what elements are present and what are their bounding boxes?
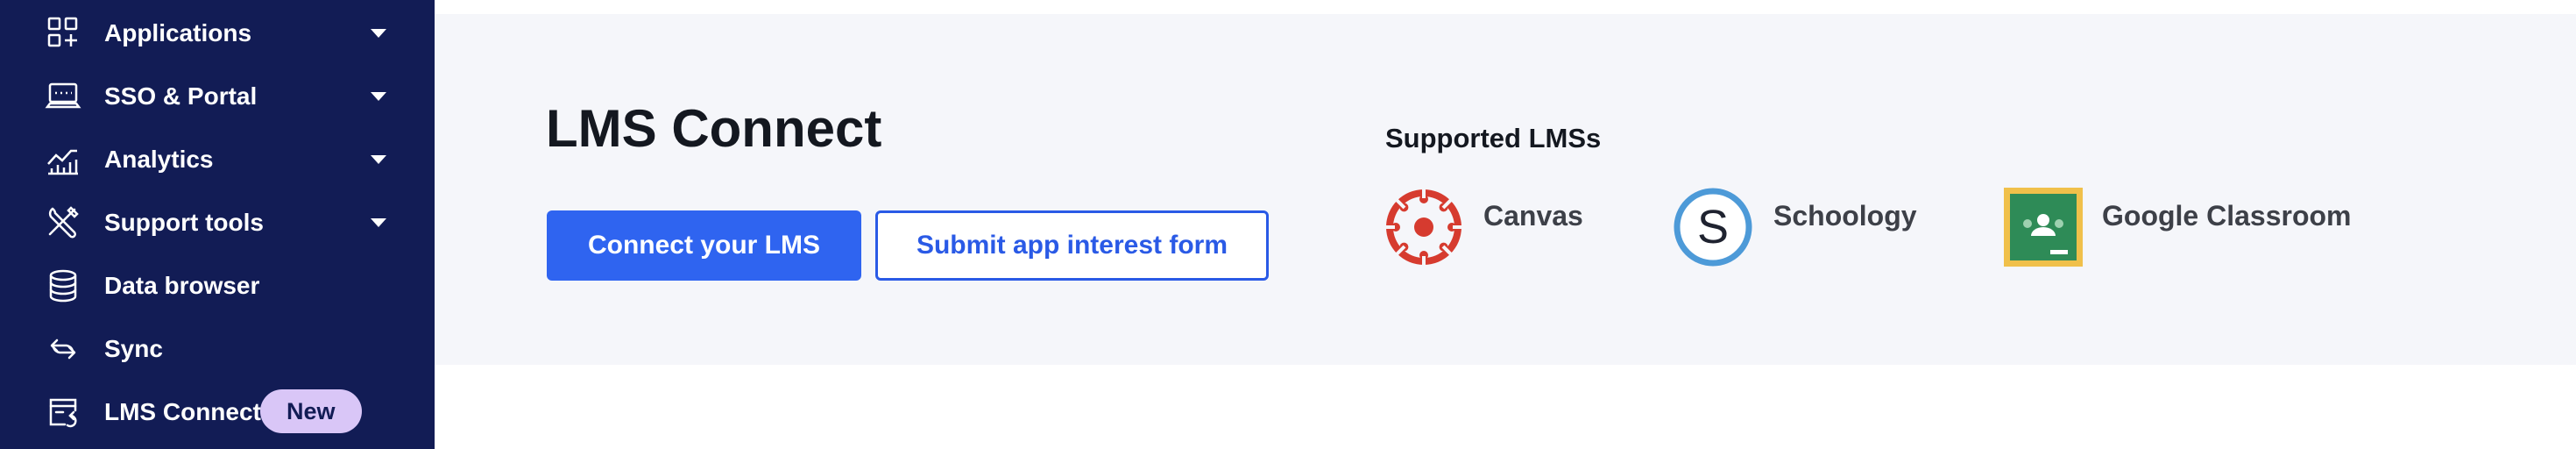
sidebar: Applications SSO & Portal Analytics Supp… — [0, 0, 435, 449]
tools-icon — [44, 203, 82, 242]
sidebar-item-applications[interactable]: Applications — [0, 7, 435, 60]
sync-icon — [44, 330, 82, 368]
sidebar-item-sync[interactable]: Sync — [0, 323, 435, 375]
lms-window-icon — [44, 393, 82, 431]
submit-app-interest-button[interactable]: Submit app interest form — [875, 210, 1269, 281]
sidebar-item-lms-connect[interactable]: LMS Connect New — [0, 386, 435, 438]
sidebar-item-sso-portal[interactable]: SSO & Portal — [0, 70, 435, 123]
new-badge: New — [260, 389, 362, 433]
grid-plus-icon — [44, 14, 82, 53]
canvas-logo-icon — [1384, 188, 1463, 267]
caret-down-icon[interactable] — [368, 214, 389, 232]
caret-down-icon[interactable] — [368, 88, 389, 105]
monitor-icon — [44, 77, 82, 116]
caret-down-icon[interactable] — [368, 25, 389, 42]
sidebar-item-label: Applications — [104, 19, 252, 46]
sidebar-item-label: SSO & Portal — [104, 82, 258, 110]
page-title: LMS Connect — [546, 99, 882, 158]
sidebar-item-support-tools[interactable]: Support tools — [0, 196, 435, 249]
lms-name-google-classroom: Google Classroom — [2102, 200, 2352, 232]
caret-down-icon[interactable] — [368, 151, 389, 168]
sidebar-item-label: Analytics — [104, 146, 214, 173]
lms-name-canvas: Canvas — [1483, 200, 1583, 232]
svg-text:S: S — [1697, 201, 1729, 253]
sidebar-item-data-browser[interactable]: Data browser — [0, 260, 435, 312]
database-icon — [44, 267, 82, 305]
supported-lms-heading: Supported LMSs — [1385, 123, 1602, 153]
sidebar-item-label: LMS Connect — [104, 398, 261, 425]
google-classroom-logo-icon — [2004, 188, 2083, 267]
lms-name-schoology: Schoology — [1773, 200, 1917, 232]
sidebar-item-analytics[interactable]: Analytics — [0, 133, 435, 186]
lms-connect-panel — [435, 14, 2576, 365]
sidebar-item-label: Sync — [104, 335, 163, 362]
sidebar-item-label: Support tools — [104, 209, 264, 236]
schoology-logo-icon: S — [1674, 188, 1752, 267]
connect-lms-button[interactable]: Connect your LMS — [547, 210, 861, 281]
line-chart-icon — [44, 140, 82, 179]
sidebar-item-label: Data browser — [104, 272, 260, 299]
